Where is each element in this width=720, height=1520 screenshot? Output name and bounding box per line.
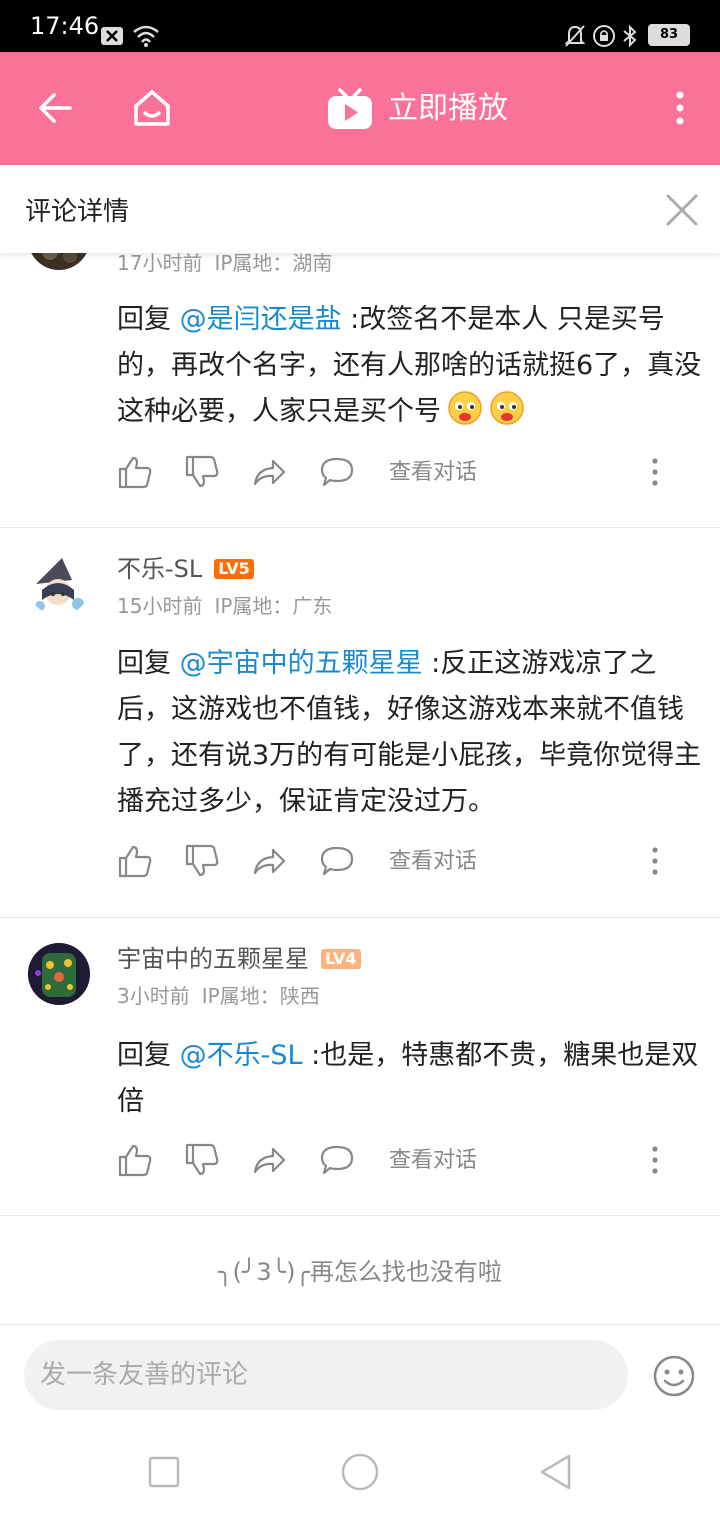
comment-meta: 17小时前 IP属地：湖南	[117, 251, 332, 275]
comment-input-box[interactable]	[24, 1340, 628, 1410]
mention-link[interactable]: @不乐-SL	[180, 1040, 303, 1071]
comment-text[interactable]: 回复 @不乐-SL :也是，特惠都不贵，糖果也是双倍	[117, 1033, 702, 1125]
home-nav-icon[interactable]	[340, 1452, 380, 1492]
comment-time: 15小时前	[117, 594, 203, 618]
comment-detail-header: 评论详情	[0, 165, 720, 253]
top-bar: 立即播放	[0, 52, 720, 165]
comment-time: 3小时前	[117, 984, 190, 1008]
comment-detail-title: 评论详情	[25, 197, 130, 227]
close-icon[interactable]	[664, 192, 700, 228]
end-of-list-tip: ╮(╯3╰)╭再怎么找也没有啦	[218, 1258, 502, 1286]
back-arrow-icon	[39, 93, 72, 123]
play-now-button[interactable]: 立即播放	[326, 84, 508, 134]
divider	[0, 1324, 720, 1325]
home-button[interactable]	[124, 80, 180, 136]
comment-actions: 查看对话	[117, 454, 677, 494]
comment-ip-location: IP属地：广东	[214, 594, 333, 618]
like-icon[interactable]	[117, 454, 153, 490]
comment-ip-location: IP属地：陕西	[201, 984, 320, 1008]
status-time: 17:46	[30, 12, 100, 40]
comment-time: 17小时前	[117, 251, 203, 275]
divider	[0, 917, 720, 918]
share-icon[interactable]	[251, 843, 287, 879]
comment-meta: 3小时前 IP属地：陕西	[117, 984, 320, 1008]
back-button[interactable]	[28, 80, 84, 136]
home-icon	[134, 90, 170, 126]
like-icon[interactable]	[117, 1142, 153, 1178]
divider	[0, 527, 720, 528]
drooling-emoji-icon	[490, 391, 524, 425]
share-icon[interactable]	[251, 1142, 287, 1178]
dislike-icon[interactable]	[184, 843, 220, 879]
recent-apps-icon[interactable]	[144, 1452, 184, 1492]
divider	[0, 1215, 720, 1216]
comment-more-icon[interactable]	[647, 1142, 663, 1178]
view-conversation-link[interactable]: 查看对话	[389, 1146, 477, 1176]
back-nav-icon[interactable]	[536, 1452, 576, 1492]
mention-link[interactable]: @宇宙中的五颗星星	[180, 648, 423, 679]
dislike-icon[interactable]	[184, 1142, 220, 1178]
status-bar: 17:46 83	[0, 0, 720, 52]
more-vertical-icon	[676, 91, 684, 125]
username[interactable]: 不乐-SL LV5	[117, 554, 254, 584]
view-conversation-link[interactable]: 查看对话	[389, 458, 477, 488]
level-badge: LV4	[321, 949, 361, 969]
tv-play-icon	[328, 88, 372, 129]
play-now-label: 立即播放	[388, 91, 508, 126]
notification-x-icon	[101, 27, 123, 45]
level-badge: LV5	[214, 559, 254, 579]
comment-more-icon[interactable]	[647, 843, 663, 879]
comment-actions: 查看对话	[117, 1142, 677, 1182]
comment-input[interactable]	[40, 1340, 610, 1410]
more-options-button[interactable]	[652, 80, 708, 136]
share-icon[interactable]	[251, 454, 287, 490]
comment-text[interactable]: 回复 @宇宙中的五颗星星 :反正这游戏凉了之后，这游戏也不值钱，好像这游戏本来就…	[117, 641, 702, 825]
like-icon[interactable]	[117, 843, 153, 879]
avatar[interactable]	[28, 943, 90, 1005]
avatar[interactable]	[28, 554, 90, 616]
reply-prefix: 回复	[117, 304, 180, 335]
comment-actions: 查看对话	[117, 843, 677, 883]
mention-link[interactable]: @是闫还是盐	[180, 304, 342, 335]
reply-icon[interactable]	[319, 454, 355, 490]
bluetooth-icon	[623, 24, 637, 48]
comment-ip-location: IP属地：湖南	[214, 251, 333, 275]
comment-meta: 15小时前 IP属地：广东	[117, 594, 332, 618]
wifi-icon	[133, 25, 159, 47]
battery-indicator: 83	[648, 24, 690, 46]
emoji-picker-icon[interactable]	[652, 1354, 696, 1398]
username[interactable]: 宇宙中的五颗星星 LV4	[117, 944, 361, 974]
comment-text[interactable]: 回复 @是闫还是盐 :改签名不是本人 只是买号的，再改个名字，还有人那啥的话就挺…	[117, 297, 702, 435]
dislike-icon[interactable]	[184, 454, 220, 490]
comment-more-icon[interactable]	[647, 454, 663, 490]
reply-prefix: 回复	[117, 1040, 180, 1071]
drooling-emoji-icon	[448, 391, 482, 425]
rotation-lock-icon	[593, 25, 615, 47]
view-conversation-link[interactable]: 查看对话	[389, 847, 477, 877]
system-nav-bar	[0, 1420, 720, 1520]
reply-icon[interactable]	[319, 1142, 355, 1178]
reply-prefix: 回复	[117, 648, 180, 679]
mute-bell-icon	[564, 25, 586, 47]
reply-icon[interactable]	[319, 843, 355, 879]
